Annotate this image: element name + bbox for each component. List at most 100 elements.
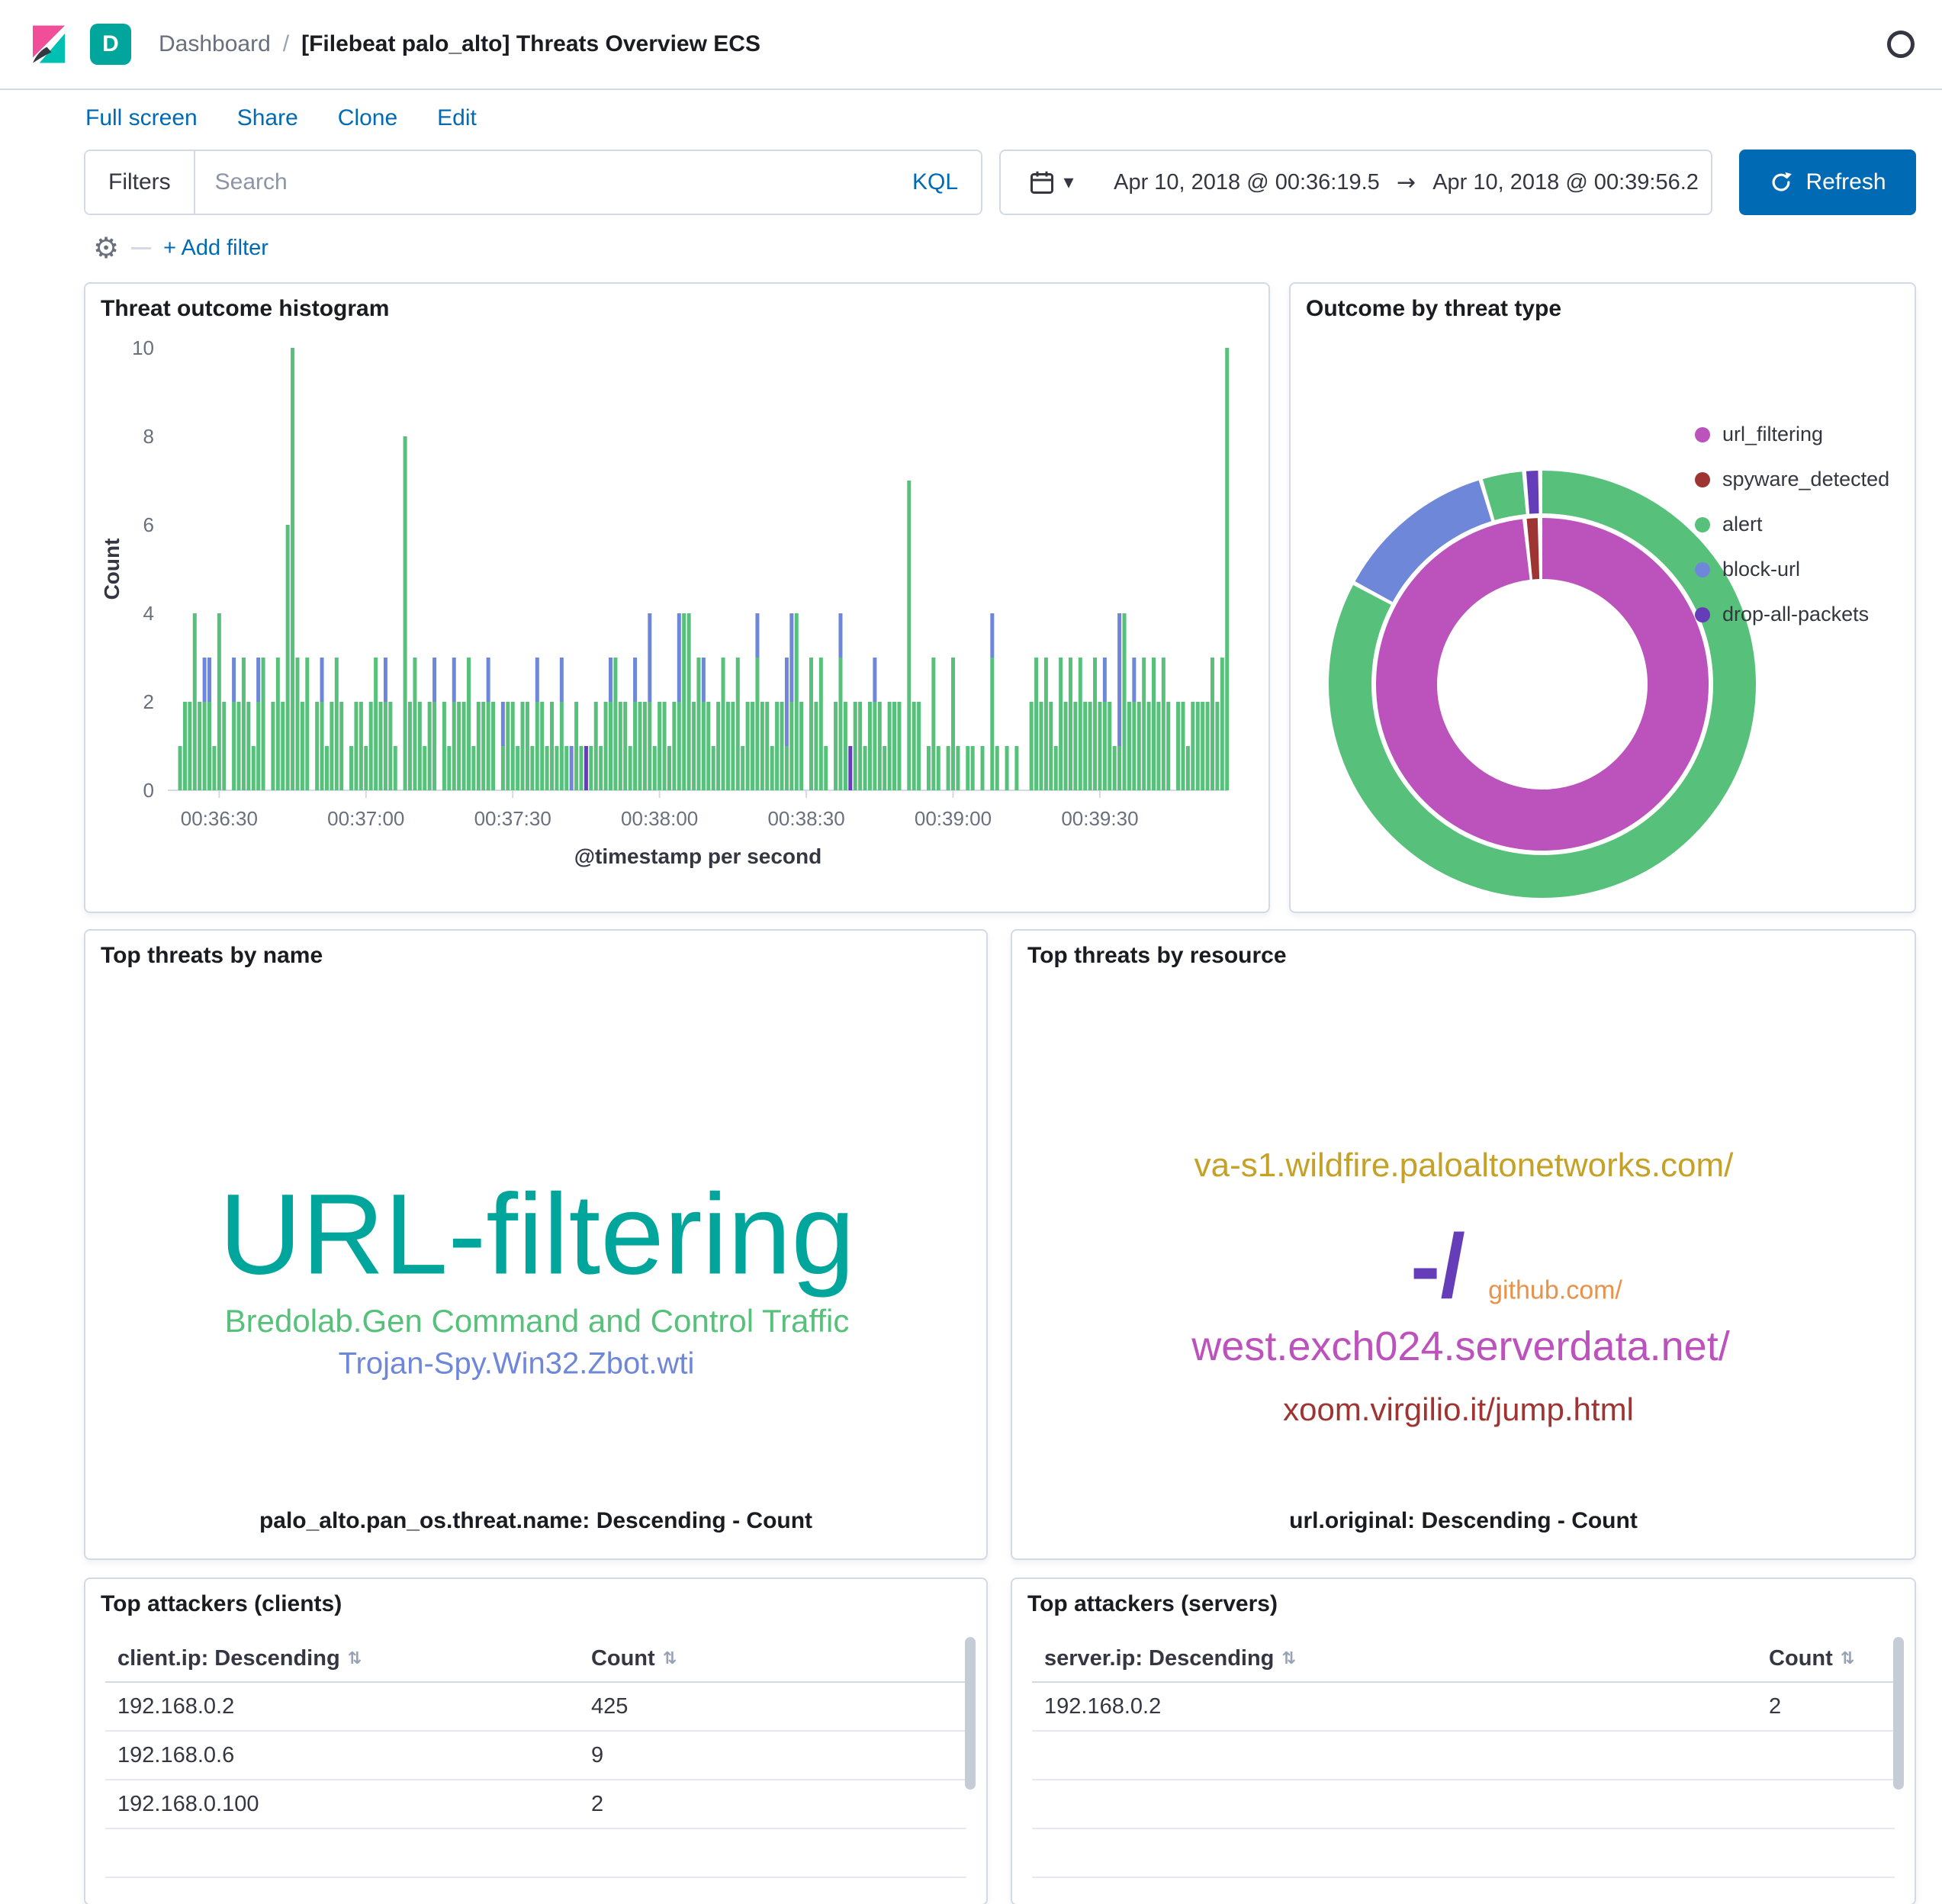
- column-header-client-ip[interactable]: client.ip: Descending ⇅: [105, 1646, 579, 1671]
- chevron-down-icon: ▾: [1063, 171, 1073, 194]
- edit-link[interactable]: Edit: [437, 105, 477, 131]
- svg-text:8: 8: [143, 425, 154, 448]
- svg-text:2: 2: [143, 690, 154, 713]
- legend-swatch: [1695, 562, 1710, 577]
- refresh-button-label: Refresh: [1805, 169, 1886, 195]
- table-row-empty: [1032, 1829, 1895, 1878]
- tag-cloud-footer: palo_alto.pan_os.threat.name: Descending…: [85, 1508, 986, 1534]
- table-row-empty: [1032, 1732, 1895, 1780]
- kibana-logo[interactable]: [27, 23, 70, 66]
- table-row-empty: [105, 1878, 966, 1904]
- breadcrumb: Dashboard / [Filebeat palo_alto] Threats…: [159, 31, 760, 57]
- table-row-empty: [1032, 1878, 1895, 1904]
- full-screen-link[interactable]: Full screen: [85, 105, 198, 131]
- column-header-server-ip[interactable]: server.ip: Descending ⇅: [1032, 1646, 1757, 1671]
- table-scrollbar[interactable]: [1893, 1637, 1904, 1790]
- column-header-label: server.ip: Descending: [1044, 1646, 1274, 1671]
- legend-label: block-url: [1722, 558, 1800, 581]
- tag-dash-slash[interactable]: -/: [1410, 1214, 1465, 1318]
- panel-title: Top threats by resource: [1027, 943, 1287, 969]
- tag-bredolab[interactable]: Bredolab.Gen Command and Control Traffic: [225, 1303, 850, 1340]
- tag-github-url[interactable]: github.com/: [1488, 1276, 1622, 1306]
- breadcrumb-dashboard[interactable]: Dashboard: [159, 31, 271, 57]
- chart-legend: url_filtering spyware_detected alert blo…: [1695, 423, 1889, 626]
- sort-icon[interactable]: ⇅: [1281, 1649, 1295, 1668]
- calendar-menu-button[interactable]: ▾: [1001, 151, 1101, 214]
- legend-item-alert[interactable]: alert: [1695, 513, 1889, 536]
- date-range-end[interactable]: Apr 10, 2018 @ 00:39:56.2: [1420, 169, 1711, 196]
- user-menu-icon[interactable]: [1887, 31, 1915, 58]
- legend-label: drop-all-packets: [1722, 603, 1869, 626]
- svg-text:Count: Count: [100, 539, 124, 600]
- refresh-button[interactable]: Refresh: [1739, 150, 1916, 215]
- filters-button[interactable]: Filters: [85, 151, 195, 214]
- legend-swatch: [1695, 427, 1710, 442]
- legend-swatch: [1695, 607, 1710, 622]
- search-input[interactable]: [195, 169, 889, 195]
- add-filter-link[interactable]: + Add filter: [163, 236, 268, 261]
- table-header-row: client.ip: Descending ⇅ Count ⇅: [105, 1635, 966, 1683]
- table-row: 192.168.0.2 425: [105, 1683, 966, 1732]
- svg-text:10: 10: [132, 336, 154, 359]
- tag-url-filtering[interactable]: URL-filtering: [219, 1169, 855, 1301]
- svg-text:6: 6: [143, 513, 154, 536]
- panel-threat-outcome-histogram: Threat outcome histogram 0 2 4 6 8 10 00:36:30…: [84, 282, 1270, 913]
- legend-item-spyware-detected[interactable]: spyware_detected: [1695, 468, 1889, 491]
- servers-table: server.ip: Descending ⇅ Count ⇅ 192.168.…: [1032, 1635, 1895, 1904]
- page-title: [Filebeat palo_alto] Threats Overview EC…: [301, 31, 760, 57]
- legend-item-url-filtering[interactable]: url_filtering: [1695, 423, 1889, 446]
- table-row-empty: [105, 1829, 966, 1878]
- search-group: Filters KQL: [84, 150, 982, 215]
- share-link[interactable]: Share: [237, 105, 298, 131]
- legend-item-block-url[interactable]: block-url: [1695, 558, 1889, 581]
- tag-virgilio-url[interactable]: xoom.virgilio.it/jump.html: [1283, 1391, 1634, 1428]
- svg-text:4: 4: [143, 602, 154, 625]
- server-ip-cell: 192.168.0.2: [1032, 1694, 1757, 1719]
- histogram-chart[interactable]: 024681000:36:3000:37:0000:37:3000:38:000…: [99, 333, 1251, 882]
- column-header-count[interactable]: Count ⇅: [579, 1646, 966, 1671]
- date-range-start[interactable]: Apr 10, 2018 @ 00:36:19.5: [1101, 169, 1392, 196]
- calendar-icon: [1028, 169, 1056, 196]
- tag-wildfire-url[interactable]: va-s1.wildfire.paloaltonetworks.com/: [1194, 1147, 1734, 1185]
- column-header-count[interactable]: Count ⇅: [1757, 1646, 1895, 1671]
- kql-button[interactable]: KQL: [889, 169, 981, 195]
- tag-trojan-spy[interactable]: Trojan-Spy.Win32.Zbot.wti: [339, 1347, 695, 1381]
- svg-text:00:36:30: 00:36:30: [181, 807, 258, 830]
- gear-icon[interactable]: ⚙: [93, 233, 119, 262]
- clone-link[interactable]: Clone: [338, 105, 397, 131]
- query-bar: Filters KQL ▾ Apr 10, 2018 @ 00:36:19.5 …: [84, 150, 1916, 215]
- sort-icon[interactable]: ⇅: [663, 1649, 677, 1668]
- panel-title: Top attackers (clients): [101, 1591, 342, 1617]
- legend-label: alert: [1722, 513, 1763, 536]
- panel-title: Threat outcome histogram: [101, 296, 389, 322]
- space-avatar[interactable]: D: [90, 24, 131, 65]
- client-ip-cell: 192.168.0.2: [105, 1694, 579, 1719]
- table-header-row: server.ip: Descending ⇅ Count ⇅: [1032, 1635, 1895, 1683]
- tag-serverdata-url[interactable]: west.exch024.serverdata.net/: [1191, 1323, 1729, 1370]
- legend-label: spyware_detected: [1722, 468, 1889, 491]
- table-row-empty: [1032, 1780, 1895, 1829]
- breadcrumb-separator: /: [283, 31, 289, 57]
- table-scrollbar[interactable]: [965, 1637, 976, 1790]
- sort-icon[interactable]: ⇅: [348, 1649, 362, 1668]
- svg-text:00:38:30: 00:38:30: [767, 807, 844, 830]
- clients-table: client.ip: Descending ⇅ Count ⇅ 192.168.…: [105, 1635, 966, 1904]
- panel-top-threats-by-resource: Top threats by resource va-s1.wildfire.p…: [1011, 929, 1916, 1560]
- panel-top-threats-by-name: Top threats by name URL-filtering Bredol…: [84, 929, 988, 1560]
- table-row: 192.168.0.100 2: [105, 1780, 966, 1829]
- panel-outcome-by-threat-type: Outcome by threat type url_filtering spy…: [1289, 282, 1916, 913]
- table-row: 192.168.0.6 9: [105, 1732, 966, 1780]
- app-header: D Dashboard / [Filebeat palo_alto] Threa…: [0, 0, 1942, 90]
- count-cell: 9: [579, 1743, 966, 1768]
- refresh-icon: [1769, 170, 1793, 195]
- column-header-label: Count: [591, 1646, 655, 1671]
- kibana-logo-icon: [27, 23, 70, 66]
- svg-text:0: 0: [143, 779, 154, 802]
- panel-top-attackers-servers: Top attackers (servers) server.ip: Desce…: [1011, 1578, 1916, 1904]
- sort-icon[interactable]: ⇅: [1841, 1649, 1854, 1668]
- column-header-label: client.ip: Descending: [117, 1646, 340, 1671]
- arrow-right-icon: →: [1392, 169, 1420, 196]
- svg-text:00:37:00: 00:37:00: [327, 807, 404, 830]
- panel-title: Top threats by name: [101, 943, 323, 969]
- legend-item-drop-all-packets[interactable]: drop-all-packets: [1695, 603, 1889, 626]
